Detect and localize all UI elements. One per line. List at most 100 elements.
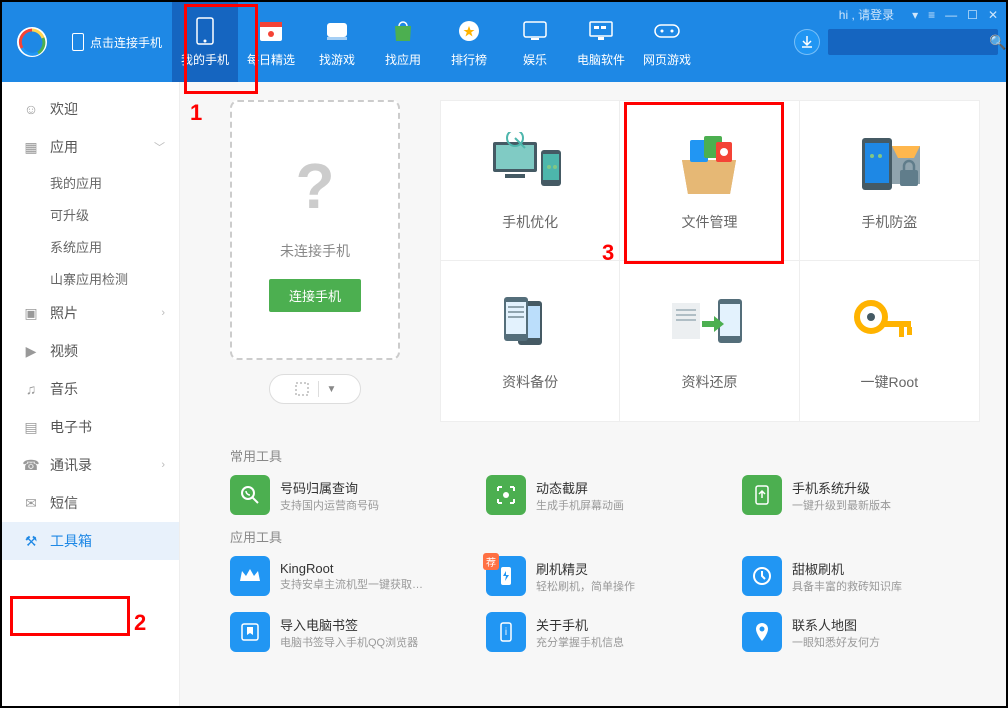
sidebar-apps[interactable]: ▦应用﹀ (2, 128, 179, 166)
nav-pc-software[interactable]: 电脑软件 (568, 2, 634, 82)
sidebar-music[interactable]: ♫音乐 (2, 370, 179, 408)
phone-lookup-icon (230, 475, 270, 515)
nav-entertainment[interactable]: 娱乐 (502, 2, 568, 82)
tool-screen-capture[interactable]: 动态截屏生成手机屏幕动画 (486, 475, 734, 515)
sidebar-system-apps[interactable]: 系统应用 (2, 230, 179, 262)
header-bar: 点击连接手机 我的手机 每日精选 找游戏 找应用 排行榜 娱乐 电脑软件 (2, 2, 1006, 82)
phone-panel: ? 未连接手机 连接手机 ▼ (230, 100, 400, 404)
screenshot-button[interactable]: ▼ (269, 374, 361, 404)
tool-import-bookmarks[interactable]: 导入电脑书签电脑书签导入手机QQ浏览器 (230, 612, 478, 652)
sidebar: ☺欢迎 ▦应用﹀ 我的应用 可升级 系统应用 山寨应用检测 ▣照片› ▶视频 ♫… (2, 82, 180, 706)
sidebar-ebook[interactable]: ▤电子书 (2, 408, 179, 446)
upgrade-icon (742, 475, 782, 515)
music-icon: ♫ (22, 380, 40, 398)
download-icon (800, 35, 814, 49)
tv-icon (521, 17, 549, 45)
app-tools: KingRoot支持安卓主流机型一键获取… 荐 刷机精灵轻松刷机，简单操作 甜椒… (230, 556, 990, 652)
sidebar-sms[interactable]: ✉短信 (2, 484, 179, 522)
sidebar-upgradable[interactable]: 可升级 (2, 198, 179, 230)
nav-daily[interactable]: 每日精选 (238, 2, 304, 82)
gamepad-icon (323, 17, 351, 45)
restore-icon (664, 290, 754, 360)
tool-number-lookup[interactable]: 号码归属查询支持国内运营商号码 (230, 475, 478, 515)
dropdown-icon[interactable]: ▾ (912, 8, 918, 22)
card-root[interactable]: 一键Root (800, 261, 979, 421)
phone-card: ? 未连接手机 连接手机 (230, 100, 400, 360)
nav-games[interactable]: 找游戏 (304, 2, 370, 82)
card-file-manager[interactable]: 文件管理 (620, 101, 799, 261)
flash-tool-icon: 荐 (486, 556, 526, 596)
nav-apps[interactable]: 找应用 (370, 2, 436, 82)
sidebar-welcome[interactable]: ☺欢迎 (2, 90, 179, 128)
search-box[interactable]: 🔍 (828, 29, 998, 55)
tool-pepper-flash[interactable]: 甜椒刷机具备丰富的救砖知识库 (742, 556, 990, 596)
card-backup[interactable]: 资料备份 (441, 261, 620, 421)
question-icon: ? (295, 149, 334, 223)
card-phone-optimize[interactable]: 手机优化 (441, 101, 620, 261)
pepper-icon (742, 556, 782, 596)
maximize-icon[interactable]: ☐ (967, 8, 978, 22)
phone-mini-icon (72, 33, 84, 51)
tool-system-upgrade[interactable]: 手机系统升级一键升级到最新版本 (742, 475, 990, 515)
chevron-right-icon: › (161, 459, 165, 471)
search-icon[interactable]: 🔍 (989, 34, 1006, 51)
download-button[interactable] (794, 29, 820, 55)
optimize-icon (485, 130, 575, 200)
sidebar-photos[interactable]: ▣照片› (2, 294, 179, 332)
toolbox-icon: ⚒ (22, 532, 40, 550)
smile-icon: ☺ (22, 100, 40, 118)
menu-icon[interactable]: ≡ (928, 8, 935, 22)
minimize-icon[interactable]: — (945, 8, 957, 22)
connect-phone-button[interactable]: 点击连接手机 (62, 2, 172, 82)
close-icon[interactable]: ✕ (988, 8, 998, 22)
nav-my-phone[interactable]: 我的手机 (172, 2, 238, 82)
search-input[interactable] (834, 35, 989, 49)
logo-icon (16, 26, 48, 58)
login-link[interactable]: hi , 请登录 (839, 6, 894, 23)
not-connected-label: 未连接手机 (280, 241, 350, 261)
tool-flash[interactable]: 荐 刷机精灵轻松刷机，简单操作 (486, 556, 734, 596)
calendar-icon (257, 17, 285, 45)
card-restore[interactable]: 资料还原 (620, 261, 799, 421)
card-anti-theft[interactable]: 手机防盗 (800, 101, 979, 261)
sidebar-my-apps[interactable]: 我的应用 (2, 166, 179, 198)
main-content: ? 未连接手机 连接手机 ▼ 手机优化 文件管理 (180, 82, 1006, 706)
bag-icon (389, 17, 417, 45)
top-nav: 我的手机 每日精选 找游戏 找应用 排行榜 娱乐 电脑软件 网页游戏 (172, 2, 700, 82)
sidebar-fake-detect[interactable]: 山寨应用检测 (2, 262, 179, 294)
monitor-icon (587, 17, 615, 45)
capture-icon (294, 381, 310, 397)
section-common-title: 常用工具 (230, 446, 990, 465)
phone-icon (191, 17, 219, 45)
lock-phone-icon (844, 130, 934, 200)
medal-icon (455, 17, 483, 45)
tool-kingroot[interactable]: KingRoot支持安卓主流机型一键获取… (230, 556, 478, 596)
controller-icon (653, 17, 681, 45)
map-pin-icon (742, 612, 782, 652)
svg-text:i: i (505, 627, 507, 638)
header-right: hi , 请登录 ▾ ≡ — ☐ ✕ 🔍 (794, 2, 1006, 82)
chevron-right-icon: › (161, 307, 165, 319)
tool-sections: 常用工具 号码归属查询支持国内运营商号码 动态截屏生成手机屏幕动画 手机系统升级… (230, 434, 990, 664)
nav-rank[interactable]: 排行榜 (436, 2, 502, 82)
chevron-down-icon: ▼ (327, 384, 337, 395)
app-logo (2, 2, 62, 82)
connect-phone-button[interactable]: 连接手机 (269, 279, 361, 312)
about-phone-icon: i (486, 612, 526, 652)
section-app-title: 应用工具 (230, 527, 990, 546)
image-icon: ▣ (22, 304, 40, 322)
book-icon: ▤ (22, 418, 40, 436)
capture-tool-icon (486, 475, 526, 515)
nav-web-games[interactable]: 网页游戏 (634, 2, 700, 82)
tool-about-phone[interactable]: i 关于手机充分掌握手机信息 (486, 612, 734, 652)
play-icon: ▶ (22, 342, 40, 360)
common-tools: 号码归属查询支持国内运营商号码 动态截屏生成手机屏幕动画 手机系统升级一键升级到… (230, 475, 990, 515)
sidebar-contacts[interactable]: ☎通讯录› (2, 446, 179, 484)
backup-icon (485, 290, 575, 360)
annotation-label-3: 3 (602, 240, 614, 266)
sidebar-toolbox[interactable]: ⚒工具箱 (2, 522, 179, 560)
tool-contact-map[interactable]: 联系人地图一眼知悉好友何方 (742, 612, 990, 652)
feature-cards: 手机优化 文件管理 手机防盗 资料备份 (440, 100, 980, 422)
window-controls: hi , 请登录 ▾ ≡ — ☐ ✕ (839, 6, 998, 23)
sidebar-video[interactable]: ▶视频 (2, 332, 179, 370)
